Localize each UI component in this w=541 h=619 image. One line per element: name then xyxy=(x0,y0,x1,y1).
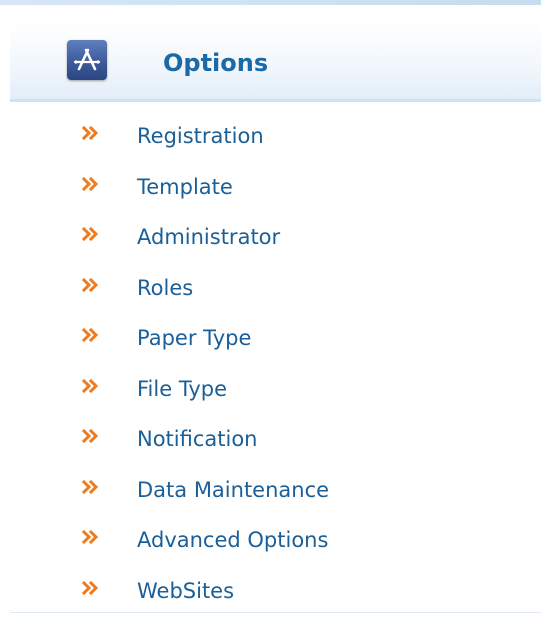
menu-item-administrator[interactable]: Administrator xyxy=(0,220,541,271)
menu-item-label[interactable]: Template xyxy=(137,174,233,200)
page-title: Options xyxy=(163,49,269,77)
menu-item-label[interactable]: Advanced Options xyxy=(137,527,328,553)
menu-item-roles[interactable]: Roles xyxy=(0,271,541,322)
menu-item-template[interactable]: Template xyxy=(0,170,541,221)
menu-item-label[interactable]: Paper Type xyxy=(137,325,251,351)
double-chevron-right-icon xyxy=(82,125,100,141)
app-store-icon xyxy=(67,40,107,80)
double-chevron-right-icon xyxy=(82,580,100,596)
menu-item-label[interactable]: WebSites xyxy=(137,578,234,604)
double-chevron-right-icon xyxy=(82,529,100,545)
double-chevron-right-icon xyxy=(82,428,100,444)
menu-item-notification[interactable]: Notification xyxy=(0,422,541,473)
menu-item-file-type[interactable]: File Type xyxy=(0,372,541,423)
menu-item-label[interactable]: Notification xyxy=(137,426,258,452)
menu-item-label[interactable]: Roles xyxy=(137,275,193,301)
double-chevron-right-icon xyxy=(82,277,100,293)
menu-item-label[interactable]: File Type xyxy=(137,376,227,402)
double-chevron-right-icon xyxy=(82,226,100,242)
options-panel: Options Registration Template Administrato… xyxy=(0,0,541,619)
menu-item-data-maintenance[interactable]: Data Maintenance xyxy=(0,473,541,524)
double-chevron-right-icon xyxy=(82,327,100,343)
menu-item-advanced-options[interactable]: Advanced Options xyxy=(0,523,541,574)
top-divider xyxy=(0,0,541,5)
menu-item-label[interactable]: Data Maintenance xyxy=(137,477,329,503)
double-chevron-right-icon xyxy=(82,479,100,495)
menu-item-paper-type[interactable]: Paper Type xyxy=(0,321,541,372)
double-chevron-right-icon xyxy=(82,378,100,394)
bottom-divider xyxy=(10,612,541,613)
menu-item-registration[interactable]: Registration xyxy=(0,119,541,170)
options-header: Options xyxy=(10,22,541,102)
menu-item-label[interactable]: Registration xyxy=(137,123,264,149)
double-chevron-right-icon xyxy=(82,176,100,192)
options-menu: Registration Template Administrator Roles Pa… xyxy=(0,119,541,619)
menu-item-label[interactable]: Administrator xyxy=(137,224,280,250)
